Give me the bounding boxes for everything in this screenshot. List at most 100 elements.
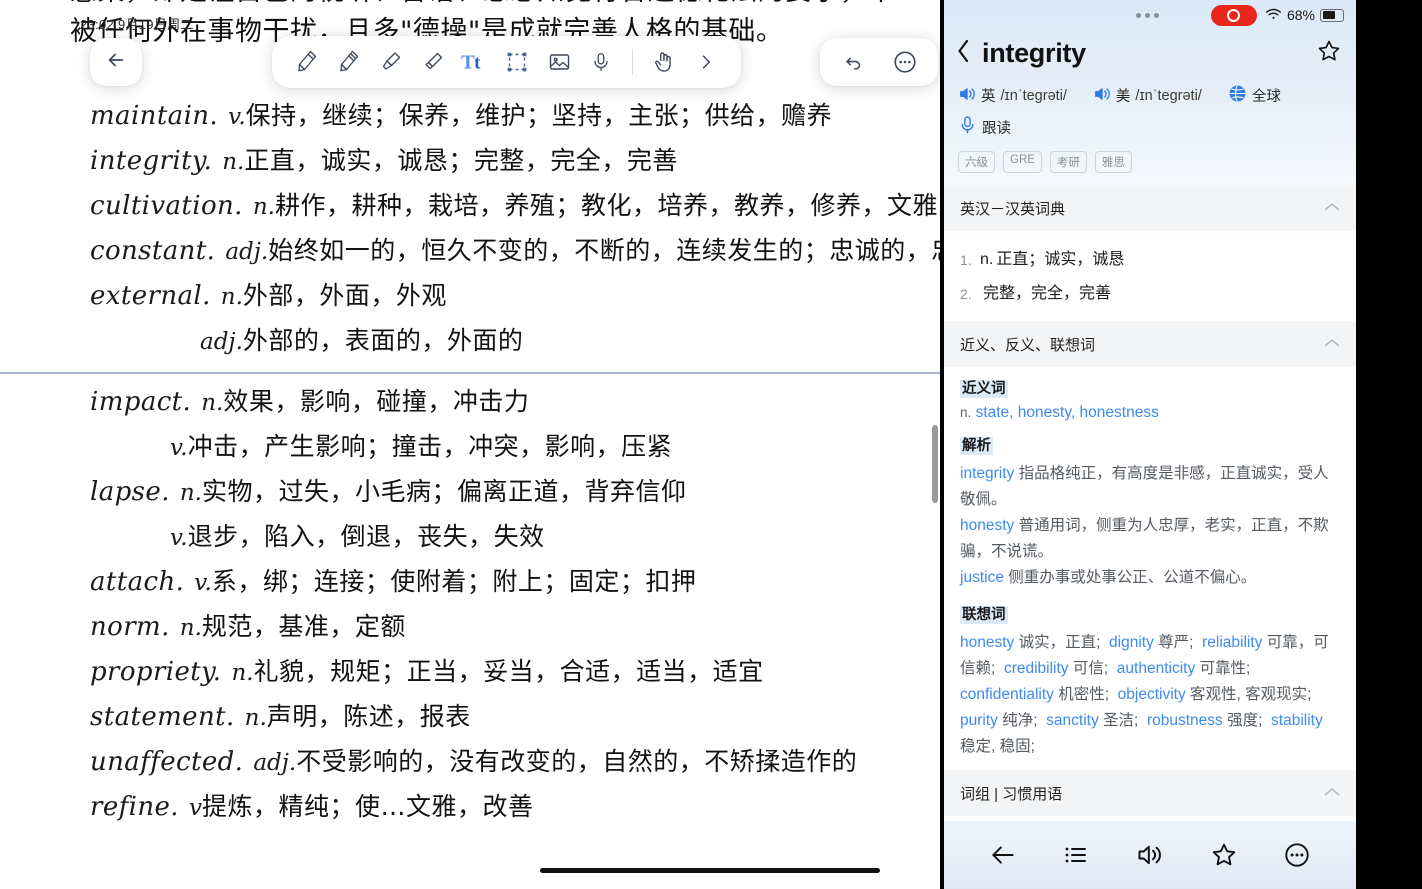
us-label: 美 [1115,89,1131,105]
analysis-word[interactable]: integrity [960,465,1014,482]
note-entry-row: statement. n. 声明，陈述，报表 [0,697,940,742]
entry-meaning: 礼貌，规矩；正当，妥当，合适，适当，适宜 [253,657,764,686]
undo-button[interactable] [834,42,872,82]
toolbar-expand-chevron-right-icon[interactable] [687,42,725,82]
entry-pos: adj. [200,329,243,355]
note-actions-toolbar[interactable] [820,38,938,86]
note-entry-row: refine. v 提炼，精纯；使…文雅，改善 [0,787,940,832]
svg-text:t: t [474,53,481,74]
svg-text:T: T [461,52,475,74]
note-app-pane: 感染，即是让自己的视听、言语、思想知觉符合道德礼法的要求，不 被任何外在事物干扰… [0,0,940,889]
dictionary-header: integrity [944,30,1356,74]
entry-pos: n. [252,194,275,220]
related-word[interactable]: purity [960,712,998,729]
tag-cet6[interactable]: 六级 [958,151,995,173]
related-word[interactable]: sanctity [1046,712,1099,729]
follow-read-button[interactable]: 跟读 [944,107,1356,139]
entry-word: cultivation. [90,191,243,221]
related-words-body: honesty 诚实，正直; dignity 尊严; reliability 可… [960,630,1340,760]
chevron-up-icon [1324,199,1340,217]
entry-pos: adj. [253,750,297,776]
definition-number: 1. [960,252,972,268]
chevron-up-icon [1324,784,1340,802]
us-ipa: /ɪnˈtegrəti/ [1135,87,1202,104]
uk-ipa: /ɪnˈtegrəti/ [1000,87,1067,104]
section-title: 英汉－汉英词典 [960,200,1066,218]
related-word[interactable]: objectivity [1118,686,1186,703]
follow-read-label: 跟读 [982,120,1011,137]
pronunciation-us[interactable]: 美 /ɪnˈtegrəti/ [1093,85,1202,106]
related-word[interactable]: dignity [1109,634,1154,651]
analysis-text: 侧重办事或处事公正、公道不偏心。 [1008,569,1257,586]
pronunciation-uk[interactable]: 英 /ɪnˈtegrəti/ [958,85,1067,106]
entry-meaning: 始终如一的，恒久不变的，不断的，连续发生的；忠诚的，忠实的 [268,236,940,265]
list-icon[interactable] [1054,833,1098,877]
related-word[interactable]: stability [1271,712,1323,729]
entry-meaning: 效果，影响，碰撞，冲击力 [223,387,530,416]
related-word[interactable]: authenticity [1117,660,1195,677]
related-word[interactable]: robustness [1147,712,1223,729]
status-bar: 68% [944,0,1356,30]
chevron-left-icon[interactable] [956,38,974,69]
eraser-tool-button[interactable] [414,42,452,82]
entry-pos: v. [170,525,188,551]
note-drawing-toolbar[interactable]: T t [272,36,741,88]
highlighter-tool-button[interactable] [372,42,410,82]
entry-word: integrity. [90,146,213,176]
wifi-icon [1265,7,1282,24]
tag-kaoyan[interactable]: 考研 [1049,151,1087,173]
analysis-word[interactable]: justice [960,569,1004,586]
section-title: 词组 | 习惯用语 [960,785,1063,803]
entry-word: maintain. [90,101,219,131]
more-circle-icon[interactable] [1275,833,1319,877]
note-entry-row: v. 冲击，产生影响；撞击，冲突，影响，压紧 [0,427,940,472]
tag-gre[interactable]: GRE [1003,151,1042,173]
related-gloss: 机密性; [1058,686,1110,703]
tag-ielts[interactable]: 雅思 [1094,151,1132,173]
synonyms-words[interactable]: state, honesty, honestness [976,404,1159,421]
section-header-phrases[interactable]: 词组 | 习惯用语 [944,770,1356,816]
note-entry-row: impact. n. 效果，影响，碰撞，冲击力 [0,382,940,427]
speaker-icon[interactable] [1128,833,1172,877]
note-scrollbar[interactable] [932,425,938,503]
related-word[interactable]: credibility [1004,660,1069,677]
dictionary-pane: 68% integrity 英 /ɪnˈtegrəti/ 美 /ɪnˈtegrə… [944,0,1356,889]
analysis-word[interactable]: honesty [960,517,1014,534]
star-outline-icon[interactable] [1202,833,1246,877]
note-content-area[interactable]: maintain. v. 保持，继续；保养，维护；坚持，主张；供给，赡养 int… [0,96,940,832]
speaker-icon [958,86,976,106]
related-word[interactable]: honesty [960,634,1014,651]
note-entry-row: unaffected. adj. 不受影响的，没有改变的，自然的，不矫揉造作的 [0,742,940,787]
note-entry-row: adj. 外部的，表面的，外面的 [0,321,940,366]
global-pronunciation-button[interactable]: 全球 [1228,84,1281,107]
definition-row: 1. n. 正直；诚实，诚恳 [960,243,1340,277]
star-outline-icon[interactable] [1316,38,1342,69]
entry-meaning: 保持，继续；保养，维护；坚持，主张；供给，赡养 [245,101,833,130]
related-word[interactable]: reliability [1202,634,1262,651]
entry-pos: adj. [225,239,269,265]
entry-meaning: 外部的，表面的，外面的 [242,326,524,355]
image-tool-button[interactable] [540,42,578,82]
entry-word: refine. [90,792,179,822]
related-word[interactable]: confidentiality [960,686,1054,703]
screen-root: 感染，即是让自己的视听、言语、思想知觉符合道德礼法的要求，不 被任何外在事物干扰… [0,0,1422,889]
note-entry-row: constant. adj. 始终如一的，恒久不变的，不断的，连续发生的；忠诚的… [0,231,940,276]
microphone-tool-button[interactable] [582,42,620,82]
synonyms-title: 近义词 [960,380,1008,398]
hand-gesture-tool-button[interactable] [645,42,683,82]
entry-meaning: 退步，陷入，倒退，丧失，失效 [187,522,545,551]
note-entry-row: lapse. n. 实物，过失，小毛病；偏离正道，背弃信仰 [0,472,940,517]
note-back-button[interactable] [90,38,142,86]
definition-list: 1. n. 正直；诚实，诚恳 2. 完整，完全，完善 [944,231,1356,321]
section-header-ec-dictionary[interactable]: 英汉－汉英词典 [944,185,1356,231]
pen-tool-button[interactable] [288,42,326,82]
lasso-select-tool-button[interactable] [498,42,536,82]
note-entry-row: integrity. n. 正直，诚实，诚恳；完整，完全，完善 [0,141,940,186]
pencil-tool-button[interactable] [330,42,368,82]
right-gutter [1356,0,1422,889]
text-tool-button[interactable]: T t [456,42,494,82]
arrow-left-icon[interactable] [981,833,1025,877]
note-more-options-button[interactable] [886,42,924,82]
related-gloss: 可靠性; [1199,660,1251,677]
section-header-synonyms[interactable]: 近义、反义、联想词 [944,321,1356,367]
